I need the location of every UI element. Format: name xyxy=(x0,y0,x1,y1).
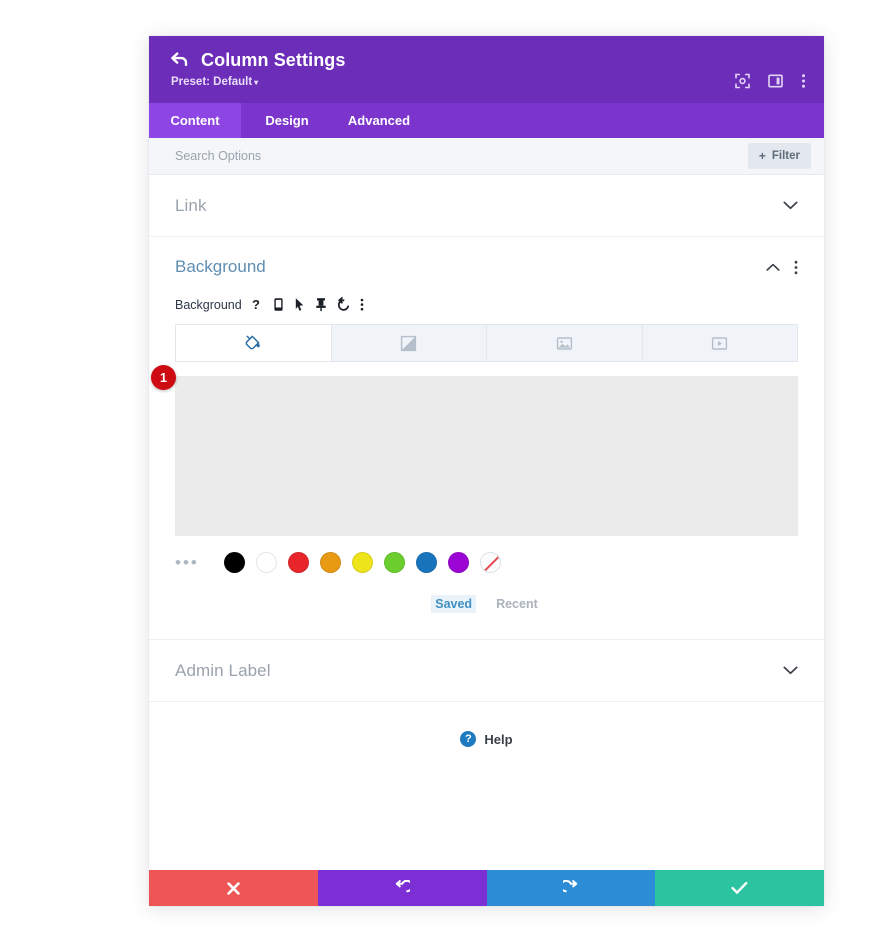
background-gradient-tab[interactable] xyxy=(331,324,487,362)
more-options-icon[interactable] xyxy=(360,297,364,312)
search-bar: + Filter xyxy=(149,138,824,175)
redo-button[interactable] xyxy=(486,870,656,906)
preset-label: Preset: Default xyxy=(171,76,253,88)
swatch-black[interactable] xyxy=(223,552,245,573)
background-color-preview[interactable]: 1 xyxy=(151,365,798,536)
help-icon[interactable]: ? xyxy=(252,297,263,312)
question-mark-icon: ? xyxy=(460,731,477,747)
swatch-blue[interactable] xyxy=(415,552,437,573)
swatch-transparent[interactable] xyxy=(479,552,501,573)
page-title: Column Settings xyxy=(201,50,346,70)
panel-tabs: Content Design Advanced xyxy=(149,103,824,138)
help-row[interactable]: ? Help xyxy=(149,702,824,776)
pin-icon[interactable] xyxy=(315,297,327,312)
swatch-yellow[interactable] xyxy=(351,552,373,573)
color-swatch-row: ••• xyxy=(175,552,798,573)
redo-icon xyxy=(562,880,578,893)
palette-tab-recent[interactable]: Recent xyxy=(492,595,542,613)
chevron-down-icon: ▾ xyxy=(254,78,259,87)
more-options-icon[interactable] xyxy=(801,74,806,89)
tab-advanced[interactable]: Advanced xyxy=(333,103,425,138)
palette-tabs: Saved Recent xyxy=(175,595,798,613)
background-image-tab[interactable] xyxy=(487,324,643,362)
more-options-icon[interactable] xyxy=(794,260,798,275)
tab-content[interactable]: Content xyxy=(149,103,241,138)
background-type-tabs xyxy=(175,324,798,362)
section-admin-label[interactable]: Admin Label xyxy=(149,640,824,702)
filter-button[interactable]: + Filter xyxy=(747,143,811,169)
section-link[interactable]: Link xyxy=(149,175,824,237)
swatch-white[interactable] xyxy=(255,552,277,573)
chevron-down-icon[interactable] xyxy=(783,666,798,675)
cursor-icon[interactable] xyxy=(294,297,305,312)
swatch-red[interactable] xyxy=(287,552,309,573)
undo-icon xyxy=(395,880,411,893)
section-background-label: Background xyxy=(175,257,266,276)
device-mobile-icon[interactable] xyxy=(273,297,284,312)
step-badge-1: 1 xyxy=(151,365,176,390)
tab-design[interactable]: Design xyxy=(241,103,333,138)
chevron-down-icon[interactable] xyxy=(783,201,798,210)
filter-button-label: Filter xyxy=(771,150,800,162)
search-input[interactable] xyxy=(175,149,738,163)
help-label: Help xyxy=(484,731,513,747)
section-background-header[interactable]: Background xyxy=(175,237,798,297)
svg-text:?: ? xyxy=(252,297,260,312)
settings-body: Link Background Background ? 1 ••• Saved… xyxy=(149,175,824,870)
back-arrow-icon[interactable] xyxy=(171,51,188,70)
fullscreen-icon[interactable] xyxy=(735,73,750,89)
background-field-label-row: Background ? xyxy=(175,297,798,312)
undo-button[interactable] xyxy=(317,870,487,906)
swatch-green[interactable] xyxy=(383,552,405,573)
chevron-up-icon[interactable] xyxy=(766,263,780,272)
background-video-tab[interactable] xyxy=(642,324,798,362)
background-field-label: Background xyxy=(175,297,242,312)
palette-tab-saved[interactable]: Saved xyxy=(431,595,477,613)
swatch-orange[interactable] xyxy=(319,552,341,573)
more-colors-icon[interactable]: ••• xyxy=(175,554,199,571)
layout-panel-icon[interactable] xyxy=(768,74,783,89)
plus-icon: + xyxy=(758,149,766,163)
panel-header: Column Settings Preset: Default ▾ xyxy=(149,36,824,103)
close-icon xyxy=(227,881,240,895)
checkmark-icon xyxy=(731,881,748,894)
reset-icon[interactable] xyxy=(337,297,350,312)
background-color-tab[interactable] xyxy=(175,324,332,362)
section-link-label: Link xyxy=(175,195,207,215)
preset-selector[interactable]: Preset: Default ▾ xyxy=(171,76,802,88)
column-settings-panel: Column Settings Preset: Default ▾ Conten… xyxy=(149,36,824,906)
section-admin-label-label: Admin Label xyxy=(175,660,271,680)
screen: Column Settings Preset: Default ▾ Conten… xyxy=(0,0,880,949)
save-button[interactable] xyxy=(655,870,824,906)
section-background: Background Background ? 1 ••• Saved Rece… xyxy=(149,237,824,640)
header-title-row: Column Settings xyxy=(171,50,802,71)
cancel-button[interactable] xyxy=(149,870,318,906)
swatch-purple[interactable] xyxy=(447,552,469,573)
header-tools xyxy=(735,73,806,89)
panel-footer xyxy=(149,870,824,906)
section-background-tools xyxy=(766,260,798,275)
